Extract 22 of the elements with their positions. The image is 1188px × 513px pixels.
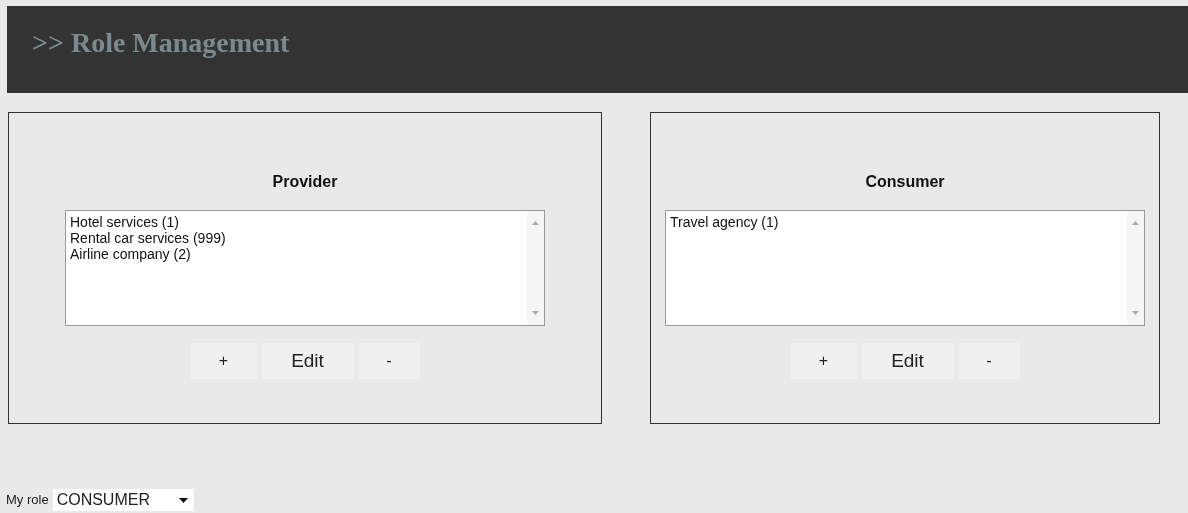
action-button[interactable]: + <box>790 343 857 379</box>
scroll-up-icon[interactable] <box>532 221 539 225</box>
action-button[interactable]: + <box>190 343 257 379</box>
role-dropdown[interactable]: CONSUMER <box>52 489 194 511</box>
panel-title: Consumer <box>865 172 945 192</box>
role-label: My role <box>6 491 49 510</box>
list-item[interactable]: Airline company (2) <box>70 246 191 262</box>
list-item[interactable]: Rental car services (999) <box>70 230 226 246</box>
panel-title: Provider <box>272 172 338 192</box>
action-button[interactable]: - <box>358 343 420 379</box>
list-item[interactable]: Hotel services (1) <box>70 214 179 230</box>
action-button[interactable]: - <box>958 343 1020 379</box>
action-button[interactable]: Edit <box>861 343 954 379</box>
caret-icon <box>178 497 188 503</box>
scrollbar[interactable] <box>527 211 544 325</box>
scrollbar[interactable] <box>1127 211 1144 325</box>
scroll-down-icon[interactable] <box>1132 311 1139 315</box>
page-title: >> Role Management <box>32 26 290 60</box>
scroll-up-icon[interactable] <box>1132 221 1139 225</box>
list-item[interactable]: Travel agency (1) <box>670 214 779 230</box>
action-button[interactable]: Edit <box>261 343 354 379</box>
scroll-down-icon[interactable] <box>532 311 539 315</box>
